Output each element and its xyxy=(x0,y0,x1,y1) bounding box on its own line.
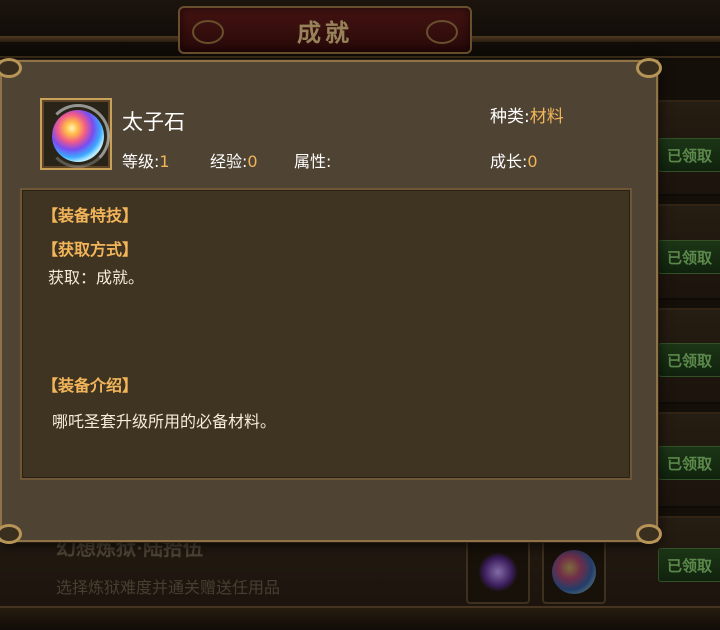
level-value: 1 xyxy=(159,152,170,171)
corner-ornament xyxy=(636,58,662,78)
corner-ornament xyxy=(0,524,22,544)
attr-label: 属性: xyxy=(294,152,332,171)
corner-ornament xyxy=(0,58,22,78)
growth-label: 成长: xyxy=(490,152,528,171)
item-icon-frame xyxy=(40,98,112,170)
obtain-section-body: 获取：成就。 xyxy=(48,268,145,287)
item-tooltip-panel: 太子石 种类:材料 等级:1 经验:0 属性: 成长:0 【装备特技】 【获取方… xyxy=(0,58,662,544)
gem-swirl xyxy=(46,104,110,168)
exp-value: 0 xyxy=(247,152,258,171)
item-exp: 经验:0 xyxy=(210,148,258,172)
exp-label: 经验: xyxy=(210,152,248,171)
item-attr: 属性: xyxy=(294,148,331,172)
intro-section-body: 哪吒圣套升级所用的必备材料。 xyxy=(52,412,277,431)
item-info-box: 【装备特技】 【获取方式】 获取：成就。 【装备介绍】 哪吒圣套升级所用的必备材… xyxy=(20,188,632,480)
item-name: 太子石 xyxy=(122,110,185,134)
intro-section-title: 【装备介绍】 xyxy=(42,376,139,395)
corner-ornament xyxy=(636,524,662,544)
item-level: 等级:1 xyxy=(122,148,170,172)
level-label: 等级: xyxy=(122,152,160,171)
obtain-section-title: 【获取方式】 xyxy=(42,240,139,259)
type-value: 材料 xyxy=(529,107,564,127)
type-label: 种类: xyxy=(490,107,530,127)
skill-section-title: 【装备特技】 xyxy=(42,206,139,225)
item-type: 种类:材料 xyxy=(490,102,564,127)
item-growth: 成长:0 xyxy=(490,148,538,172)
growth-value: 0 xyxy=(527,152,538,171)
